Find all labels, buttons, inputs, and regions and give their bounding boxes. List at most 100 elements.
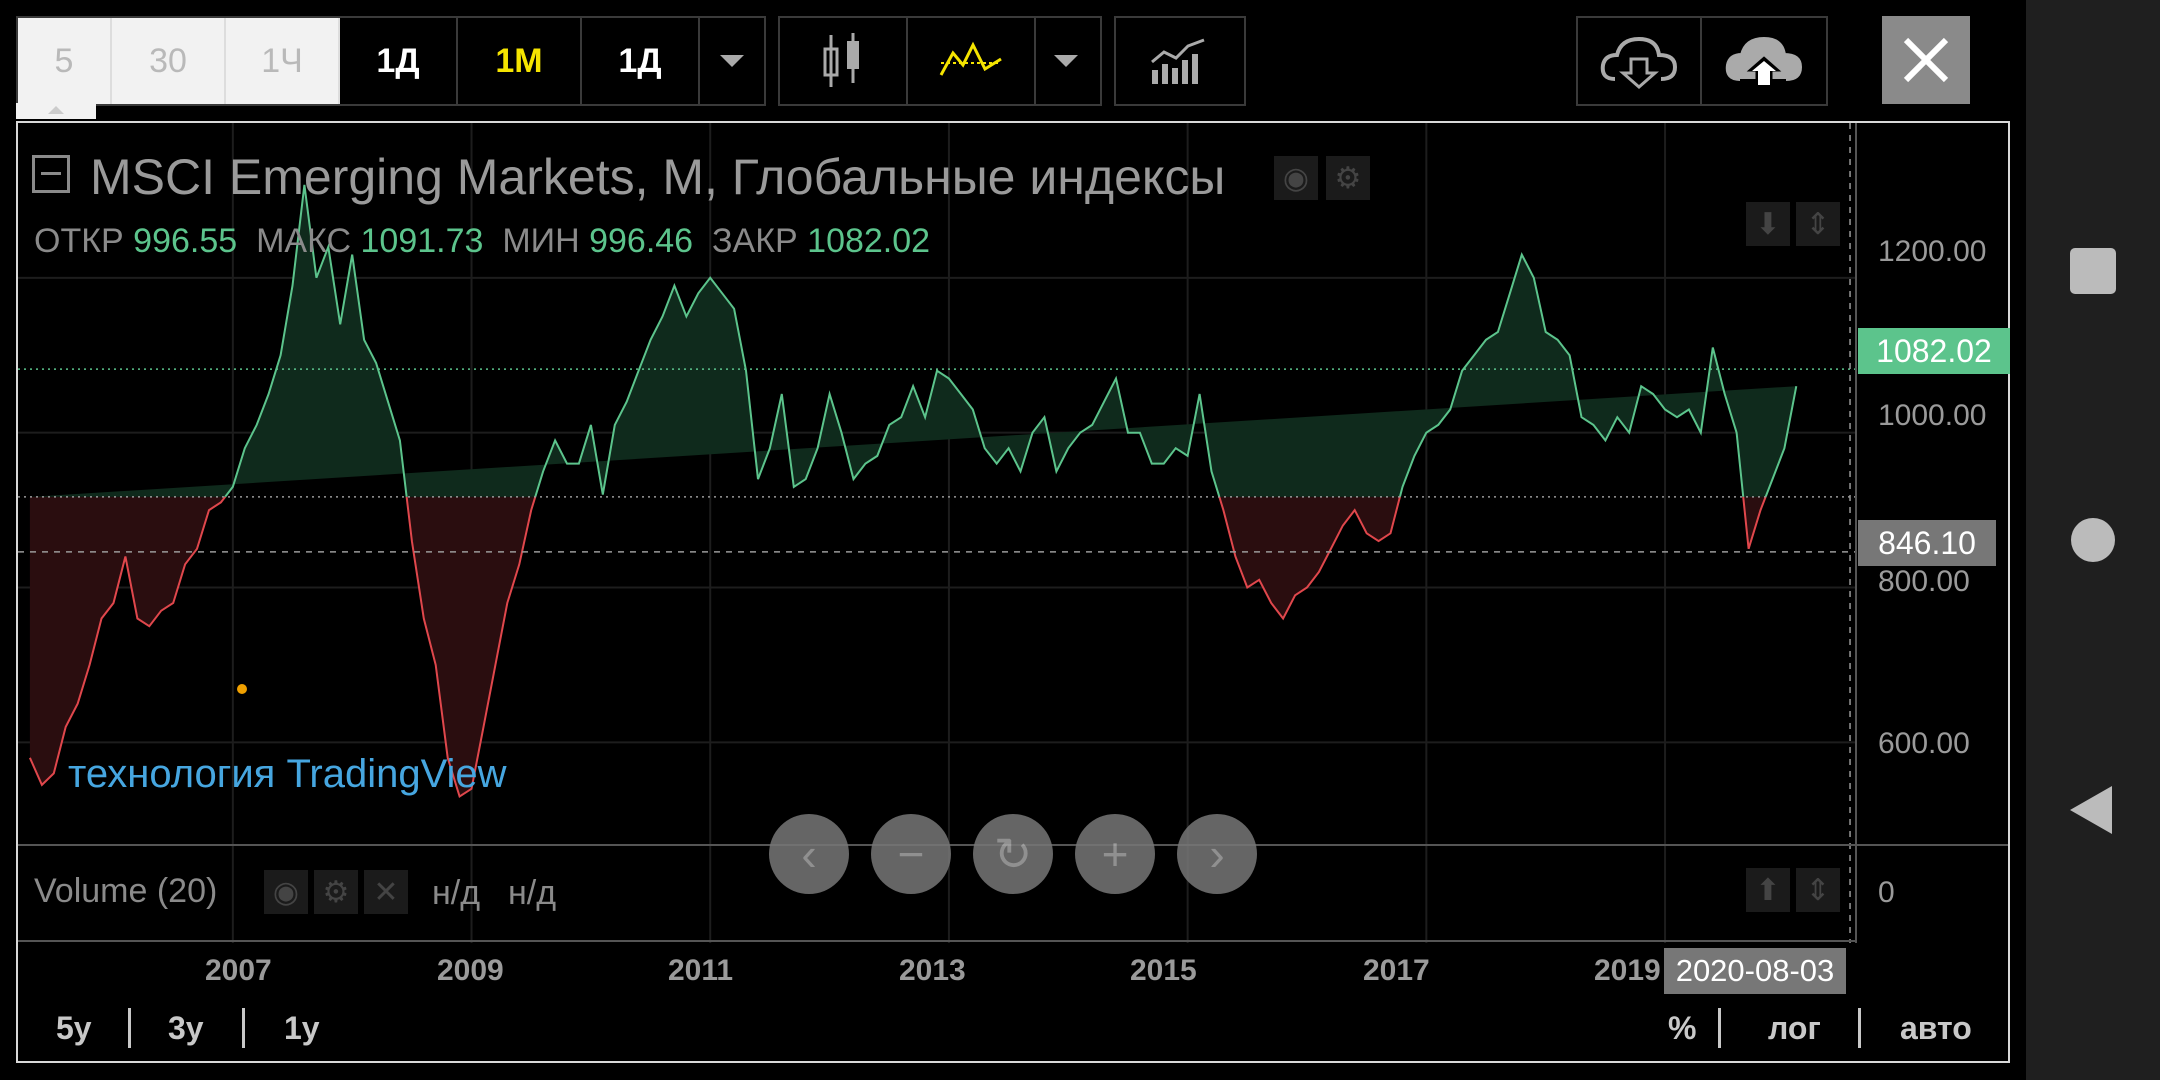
low-value: 996.46 bbox=[589, 222, 694, 260]
zoom-out-button[interactable]: − bbox=[871, 814, 951, 894]
scroll-left-button[interactable]: ‹ bbox=[769, 814, 849, 894]
close-icon: ✕ bbox=[373, 875, 399, 909]
open-value: 996.55 bbox=[133, 222, 238, 260]
indicators-icon bbox=[1151, 38, 1205, 84]
range-3y-button[interactable]: 3у bbox=[168, 1010, 204, 1047]
time-tick-2007: 2007 bbox=[205, 954, 272, 987]
volume-maximize-button[interactable]: ⇕ bbox=[1796, 868, 1840, 912]
divider bbox=[1718, 1008, 1721, 1048]
volume-value-1: н/д bbox=[432, 874, 481, 912]
range-1y-button[interactable]: 1у bbox=[284, 1010, 320, 1047]
interval-1d-button-2[interactable]: 1Д bbox=[582, 18, 700, 104]
minus-icon: − bbox=[897, 828, 925, 880]
eye-icon: ◉ bbox=[272, 875, 300, 909]
indicators-button[interactable] bbox=[1116, 18, 1240, 104]
time-tick-2017: 2017 bbox=[1363, 954, 1430, 987]
chart-style-dropdown-button[interactable] bbox=[1036, 18, 1096, 104]
area-fill-above bbox=[29, 184, 1797, 497]
chart-style-toolbar bbox=[778, 16, 1102, 106]
high-label: МАКС bbox=[256, 222, 352, 260]
interval-5-button[interactable]: 5 bbox=[18, 18, 112, 104]
line-style-button[interactable] bbox=[908, 18, 1036, 104]
cloud-upload-button[interactable] bbox=[1702, 18, 1826, 104]
eye-icon: ◉ bbox=[1282, 161, 1310, 195]
crosshair-date-label: 2020-08-03 bbox=[1664, 948, 1846, 994]
tradingview-watermark: технология TradingView bbox=[68, 752, 507, 796]
divider bbox=[128, 1008, 131, 1048]
time-tick-2019: 2019 bbox=[1594, 954, 1661, 987]
last-price-label: 1082.02 bbox=[1858, 328, 2010, 374]
crosshair-price-label: 846.10 bbox=[1858, 520, 1996, 566]
low-label: МИН bbox=[502, 222, 580, 260]
candlestick-icon bbox=[823, 33, 859, 87]
high-value: 1091.73 bbox=[360, 222, 484, 260]
legend-collapse-button[interactable] bbox=[32, 155, 70, 193]
scale-log-button[interactable]: лог bbox=[1768, 1010, 1821, 1047]
open-label: ОТКР bbox=[34, 222, 124, 260]
close-value: 1082.02 bbox=[807, 222, 931, 260]
volume-axis-zero: 0 bbox=[1878, 876, 1895, 909]
toolbar-marker bbox=[16, 103, 96, 119]
interval-1m-button[interactable]: 1М bbox=[458, 18, 582, 104]
line-style-icon bbox=[939, 41, 1002, 76]
cloud-download-button[interactable] bbox=[1578, 18, 1702, 104]
time-tick-2013: 2013 bbox=[899, 954, 966, 987]
recents-button[interactable] bbox=[2070, 248, 2116, 294]
back-button[interactable] bbox=[2070, 786, 2112, 834]
volume-label: Volume (20) bbox=[34, 872, 218, 910]
gear-icon: ⚙ bbox=[322, 875, 350, 909]
cloud-download-icon bbox=[1600, 36, 1678, 89]
price-tick-800: 800.00 bbox=[1878, 565, 1970, 598]
chevron-down-icon bbox=[1054, 55, 1078, 67]
interval-1h-button[interactable]: 1Ч bbox=[226, 18, 340, 104]
pane-move-down-button[interactable]: ⬇ bbox=[1746, 202, 1790, 246]
candlestick-button[interactable] bbox=[780, 18, 908, 104]
interval-1d-button[interactable]: 1Д bbox=[340, 18, 458, 104]
chevron-right-icon: › bbox=[1209, 828, 1225, 880]
price-tick-1000: 1000.00 bbox=[1878, 399, 1987, 432]
system-nav-bar bbox=[2026, 0, 2160, 1080]
pane-maximize-button[interactable]: ⇕ bbox=[1796, 202, 1840, 246]
time-tick-2015: 2015 bbox=[1130, 954, 1197, 987]
refresh-icon: ↻ bbox=[993, 828, 1033, 880]
close-icon bbox=[1903, 37, 1949, 83]
pane-move-up-button[interactable]: ⬆ bbox=[1746, 868, 1790, 912]
volume-remove-button[interactable]: ✕ bbox=[364, 870, 408, 914]
scale-auto-button[interactable]: авто bbox=[1900, 1010, 1972, 1047]
chevron-down-icon bbox=[720, 55, 744, 67]
zoom-in-button[interactable]: + bbox=[1075, 814, 1155, 894]
cloud-toolbar bbox=[1576, 16, 1828, 106]
cloud-upload-icon bbox=[1725, 36, 1803, 88]
interval-30-button[interactable]: 30 bbox=[112, 18, 226, 104]
divider bbox=[242, 1008, 245, 1048]
expand-vertical-icon: ⇕ bbox=[1805, 873, 1831, 907]
volume-visibility-button[interactable]: ◉ bbox=[264, 870, 308, 914]
time-tick-2009: 2009 bbox=[437, 954, 504, 987]
scale-percent-button[interactable]: % bbox=[1668, 1010, 1696, 1047]
volume-value-2: н/д bbox=[508, 874, 557, 912]
indicators-toolbar bbox=[1114, 16, 1246, 106]
scroll-right-button[interactable]: › bbox=[1177, 814, 1257, 894]
range-5y-button[interactable]: 5у bbox=[56, 1010, 92, 1047]
interval-dropdown-button[interactable] bbox=[700, 18, 764, 104]
visibility-button[interactable]: ◉ bbox=[1274, 156, 1318, 200]
plus-icon: + bbox=[1101, 828, 1129, 880]
volume-settings-button[interactable]: ⚙ bbox=[314, 870, 358, 914]
reset-button[interactable]: ↻ bbox=[973, 814, 1053, 894]
chart-marker-dot bbox=[237, 684, 247, 694]
close-button[interactable] bbox=[1882, 16, 1970, 104]
divider bbox=[1858, 1008, 1861, 1048]
home-button[interactable] bbox=[2071, 518, 2115, 562]
minus-icon bbox=[41, 172, 61, 175]
price-tick-1200: 1200.00 bbox=[1878, 235, 1987, 268]
time-tick-2011: 2011 bbox=[668, 954, 734, 987]
price-tick-600: 600.00 bbox=[1878, 727, 1970, 760]
chart-title: MSCI Emerging Markets, M, Глобальные инд… bbox=[90, 149, 1226, 205]
expand-vertical-icon: ⇕ bbox=[1805, 207, 1831, 241]
ohlc-readout: ОТКР 996.55 МАКС 1091.73 МИН 996.46 ЗАКР… bbox=[34, 222, 930, 261]
close-label: ЗАКР bbox=[712, 222, 798, 260]
series-settings-button[interactable]: ⚙ bbox=[1326, 156, 1370, 200]
arrow-down-icon: ⬇ bbox=[1755, 207, 1781, 241]
gear-icon: ⚙ bbox=[1334, 161, 1362, 195]
interval-toolbar: 5 30 1Ч 1Д 1М 1Д bbox=[16, 16, 766, 106]
